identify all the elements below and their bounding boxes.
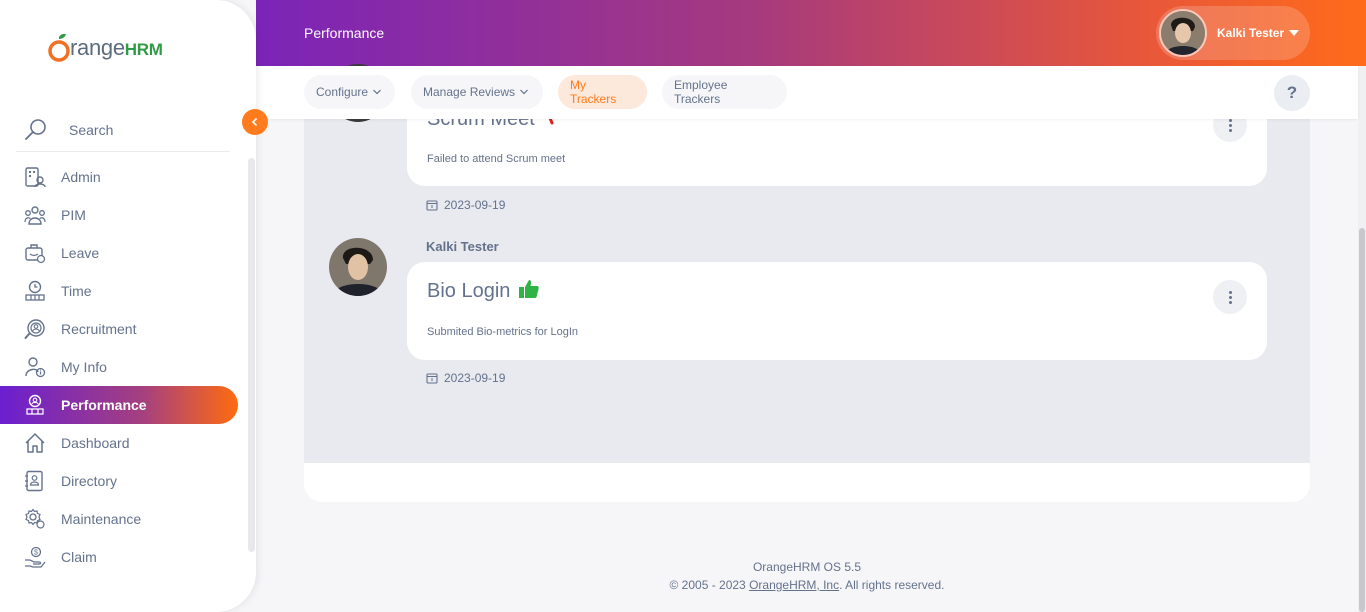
sidebar-item-leave[interactable]: Leave bbox=[0, 234, 240, 272]
sidebar-item-pim[interactable]: PIM bbox=[0, 196, 240, 234]
sidebar-scrollbar[interactable] bbox=[248, 158, 255, 552]
sidebar-item-label: Time bbox=[61, 283, 92, 299]
main-menu: Admin PIM Leave Time Recruitment My Info… bbox=[0, 158, 240, 576]
sidebar-item-label: Claim bbox=[61, 549, 97, 565]
sidebar-item-label: Leave bbox=[61, 245, 100, 261]
topbar: Performance Kalki Tester bbox=[256, 0, 1366, 66]
sidebar-item-maintenance[interactable]: Maintenance bbox=[0, 500, 240, 538]
entry-title: Bio Login bbox=[427, 280, 511, 302]
sidebar-item-label: My Info bbox=[61, 359, 107, 375]
calendar-icon bbox=[426, 373, 438, 384]
sidebar-item-label: Recruitment bbox=[61, 321, 137, 337]
sidebar: rangeHRM Search Admin PIM Leave Time Rec… bbox=[0, 0, 256, 612]
footer-version: OrangeHRM OS 5.5 bbox=[752, 560, 862, 574]
tab-employee-trackers[interactable]: Employee Trackers bbox=[662, 75, 787, 109]
entry-date: 2023-09-19 bbox=[426, 198, 505, 212]
entry-date: 2023-09-19 bbox=[426, 371, 505, 385]
footer-copyright: © 2005 - 2023 OrangeHRM, Inc. All rights… bbox=[669, 578, 945, 592]
thumbs-up-icon bbox=[519, 279, 540, 298]
chevron-down-icon bbox=[373, 89, 381, 95]
sidebar-item-dashboard[interactable]: Dashboard bbox=[0, 424, 240, 462]
dashboard-icon bbox=[25, 433, 45, 453]
svg-text:$: $ bbox=[34, 550, 38, 557]
chevron-down-icon bbox=[520, 89, 528, 95]
tab-label: Configure bbox=[316, 85, 369, 99]
directory-icon bbox=[25, 470, 43, 492]
sidebar-item-label: Performance bbox=[61, 397, 147, 413]
avatar bbox=[329, 238, 387, 296]
page-scrollbar[interactable] bbox=[1358, 66, 1366, 612]
recruitment-icon bbox=[24, 319, 45, 339]
orangehrm-link[interactable]: OrangeHRM, Inc bbox=[749, 578, 839, 592]
search-row[interactable]: Search bbox=[16, 108, 230, 152]
user-name: Kalki Tester bbox=[1217, 26, 1285, 40]
tab-manage-reviews[interactable]: Manage Reviews bbox=[411, 75, 543, 109]
entry-date-text: 2023-09-19 bbox=[444, 198, 506, 212]
search-icon bbox=[25, 118, 46, 140]
brand-hrm: HRM bbox=[124, 40, 163, 59]
leave-icon bbox=[25, 244, 46, 264]
pim-icon bbox=[24, 206, 46, 225]
entry-description: Failed to attend Scrum meet bbox=[427, 153, 566, 165]
performance-icon bbox=[26, 394, 44, 415]
chevron-left-icon bbox=[251, 117, 258, 127]
calendar-icon bbox=[426, 200, 438, 211]
caret-down-icon bbox=[1289, 30, 1300, 36]
tab-label: My Trackers bbox=[570, 78, 617, 106]
entry-date-text: 2023-09-19 bbox=[444, 371, 506, 385]
entry-author: Kalki Tester bbox=[426, 239, 499, 254]
avatar bbox=[1159, 9, 1207, 57]
orange-logo-icon bbox=[48, 33, 70, 62]
sidebar-item-label: Directory bbox=[61, 473, 118, 489]
footer: OrangeHRM OS 5.5 © 2005 - 2023 OrangeHRM… bbox=[304, 558, 1310, 594]
maintenance-icon bbox=[25, 508, 45, 529]
sidebar-item-my-info[interactable]: My Info bbox=[0, 348, 240, 386]
brand-range: range bbox=[70, 35, 125, 60]
top-menu: Configure Manage Reviews My Trackers Emp… bbox=[256, 66, 1358, 119]
sidebar-item-label: Admin bbox=[61, 169, 101, 185]
tab-my-trackers[interactable]: My Trackers bbox=[558, 75, 647, 109]
page-title: Performance bbox=[304, 25, 385, 41]
sidebar-item-label: PIM bbox=[61, 207, 86, 223]
claim-icon: $ bbox=[25, 546, 46, 568]
tab-configure[interactable]: Configure bbox=[304, 75, 395, 109]
page-scrollbar-thumb[interactable] bbox=[1359, 228, 1365, 612]
time-icon bbox=[25, 280, 45, 301]
sidebar-item-directory[interactable]: Directory bbox=[0, 462, 240, 500]
collapse-sidebar-button[interactable] bbox=[242, 109, 268, 135]
more-options-button[interactable] bbox=[1213, 280, 1247, 314]
tracker-entry: Bio Login Submited Bio-metrics for LogIn bbox=[407, 262, 1267, 360]
my-info-icon bbox=[25, 357, 46, 378]
sidebar-item-performance[interactable]: Performance bbox=[0, 386, 238, 424]
sidebar-item-label: Dashboard bbox=[61, 435, 130, 451]
search-label: Search bbox=[69, 121, 114, 138]
sidebar-item-time[interactable]: Time bbox=[0, 272, 240, 310]
tab-label: Manage Reviews bbox=[423, 85, 516, 99]
sidebar-item-label: Maintenance bbox=[61, 511, 142, 527]
sidebar-item-claim[interactable]: $ Claim bbox=[0, 538, 240, 576]
user-dropdown[interactable]: Kalki Tester bbox=[1156, 6, 1310, 60]
user-photo bbox=[1161, 11, 1205, 55]
help-button[interactable]: ? bbox=[1274, 75, 1310, 111]
admin-icon bbox=[25, 167, 46, 188]
brand-logo[interactable]: rangeHRM bbox=[48, 30, 163, 66]
sidebar-item-recruitment[interactable]: Recruitment bbox=[0, 310, 240, 348]
sidebar-item-admin[interactable]: Admin bbox=[0, 158, 240, 196]
entry-description: Submited Bio-metrics for LogIn bbox=[427, 326, 579, 338]
tab-label: Employee Trackers bbox=[674, 78, 728, 106]
author-photo bbox=[329, 238, 387, 296]
